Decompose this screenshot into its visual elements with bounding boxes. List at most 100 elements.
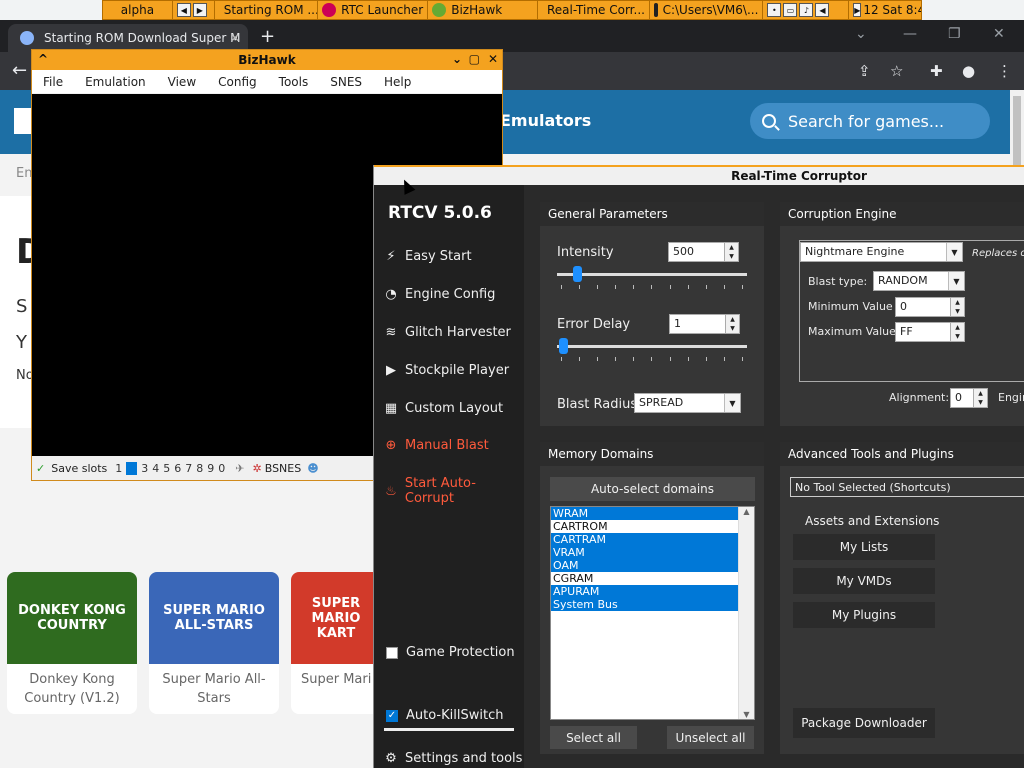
network-icon[interactable]: ▭: [783, 3, 798, 17]
minimize-icon[interactable]: ⌄: [452, 52, 462, 66]
game-card[interactable]: SUPER MARIO ALL-STARS Super Mario All-St…: [149, 572, 279, 714]
list-item[interactable]: WRAM: [551, 507, 739, 520]
close-icon[interactable]: ✕: [488, 52, 498, 66]
blast-radius-select[interactable]: SPREAD ▼: [634, 393, 741, 413]
sidebar-item-easy-start[interactable]: ⚡ Easy Start: [384, 249, 471, 264]
settings-button[interactable]: ⚙ Settings and tools: [384, 751, 522, 766]
taskbar-item-alpha[interactable]: alpha: [103, 1, 173, 19]
game-card[interactable]: SUPER MARIO KART Super Mari: [291, 572, 381, 714]
spin-down-icon[interactable]: ▼: [978, 399, 983, 406]
menu-help[interactable]: Help: [373, 75, 422, 89]
auto-killswitch-checkbox[interactable]: ✓ Auto-KillSwitch: [386, 708, 503, 723]
menu-config[interactable]: Config: [207, 75, 268, 89]
manual-blast-button[interactable]: ⊕ Manual Blast: [384, 438, 489, 453]
save-slot[interactable]: 8: [196, 462, 203, 475]
save-slot[interactable]: 1: [115, 462, 122, 475]
package-downloader-button[interactable]: Package Downloader: [793, 708, 935, 738]
intensity-slider[interactable]: [557, 273, 747, 276]
select-all-button[interactable]: Select all: [550, 726, 637, 749]
my-lists-button[interactable]: My Lists: [793, 534, 935, 560]
list-item[interactable]: VRAM: [551, 546, 739, 559]
clock[interactable]: ▶12 Sat 8:46: [849, 1, 921, 19]
intensity-input[interactable]: 500 ▲ ▼: [668, 242, 739, 262]
taskbar-item-7zip[interactable]: C:\Users\VM6\...: [650, 1, 764, 19]
taskbar-item-rtc[interactable]: Real-Time Corr...: [538, 1, 650, 19]
save-slot[interactable]: 3: [141, 462, 148, 475]
start-auto-corrupt-button[interactable]: ♨ Start Auto-Corrupt: [384, 476, 524, 506]
spin-down-icon[interactable]: ▼: [955, 333, 960, 340]
sidebar-item-stockpile-player[interactable]: ▶ Stockpile Player: [384, 363, 509, 378]
restore-icon[interactable]: ❐: [948, 26, 961, 42]
list-item[interactable]: CARTRAM: [551, 533, 739, 546]
chevron-up-icon[interactable]: ^: [38, 52, 48, 66]
taskbar-item-bizhawk[interactable]: BizHawk: [428, 1, 538, 19]
spinner[interactable]: ▲ ▼: [950, 298, 964, 316]
save-slot[interactable]: 4: [152, 462, 159, 475]
spin-down-icon[interactable]: ▼: [730, 325, 735, 332]
save-slot[interactable]: 0: [218, 462, 225, 475]
spin-up-icon[interactable]: ▲: [978, 390, 983, 397]
volume-icon[interactable]: ♪: [799, 3, 814, 17]
unselect-all-button[interactable]: Unselect all: [667, 726, 754, 749]
tab-search-icon[interactable]: ⌄: [855, 26, 867, 42]
taskbar-item-chrome[interactable]: Starting ROM ...: [215, 1, 319, 19]
memory-domain-list[interactable]: WRAM CARTROM CARTRAM VRAM OAM CGRAM APUR…: [550, 506, 755, 720]
list-scrollbar[interactable]: ▲ ▼: [738, 507, 754, 719]
save-slot[interactable]: 7: [185, 462, 192, 475]
spin-up-icon[interactable]: ▲: [730, 316, 735, 323]
minimize-icon[interactable]: —: [903, 26, 917, 42]
arrow-left-icon[interactable]: ◀: [815, 3, 830, 17]
my-plugins-button[interactable]: My Plugins: [793, 602, 935, 628]
list-item[interactable]: System Bus: [551, 598, 739, 611]
menu-file[interactable]: File: [32, 75, 74, 89]
list-item[interactable]: OAM: [551, 559, 739, 572]
game-card[interactable]: DONKEY KONG COUNTRY Donkey Kong Country …: [7, 572, 137, 714]
chevron-down-icon[interactable]: ▼: [724, 394, 740, 412]
breadcrumb[interactable]: En: [16, 166, 32, 181]
star-icon[interactable]: ☆: [890, 62, 903, 80]
sidebar-item-engine-config[interactable]: ◔ Engine Config: [384, 287, 495, 302]
error-delay-input[interactable]: 1 ▲ ▼: [669, 314, 740, 334]
sidebar-item-glitch-harvester[interactable]: ≋ Glitch Harvester: [384, 325, 511, 340]
error-delay-slider[interactable]: [557, 345, 747, 348]
browser-tab[interactable]: Starting ROM Download Super M ✕: [8, 24, 248, 52]
menu-icon[interactable]: ⋮: [997, 62, 1012, 80]
bizhawk-titlebar[interactable]: ^ BizHawk ⌄ ▢ ✕: [32, 50, 502, 70]
search-input[interactable]: Search for games...: [750, 103, 990, 139]
scroll-up-icon[interactable]: ▲: [739, 507, 754, 516]
share-icon[interactable]: ⇪: [858, 62, 871, 80]
save-slot[interactable]: 9: [207, 462, 214, 475]
intensity-slider-thumb[interactable]: [573, 266, 582, 282]
tool-select[interactable]: No Tool Selected (Shortcuts): [790, 477, 1024, 497]
alignment-input[interactable]: 0 ▲ ▼: [950, 388, 988, 408]
checkbox-checked[interactable]: ✓: [386, 709, 398, 722]
tray-icon[interactable]: •: [767, 3, 782, 17]
rtc-titlebar[interactable]: Real-Time Corruptor: [374, 165, 1024, 185]
site-logo[interactable]: [14, 108, 32, 134]
nav-emulators[interactable]: Emulators: [500, 111, 591, 130]
back-button[interactable]: ←: [12, 60, 27, 81]
spinner[interactable]: ▲ ▼: [724, 243, 738, 261]
arrow-right-icon[interactable]: ▶: [192, 3, 207, 17]
auto-select-domains-button[interactable]: Auto-select domains: [550, 477, 755, 501]
maximum-value-input[interactable]: FF ▲ ▼: [895, 322, 965, 342]
maximize-icon[interactable]: ▢: [469, 52, 480, 66]
spin-down-icon[interactable]: ▼: [955, 308, 960, 315]
error-delay-slider-thumb[interactable]: [559, 338, 568, 354]
scrollbar-thumb[interactable]: [1013, 96, 1021, 166]
close-icon[interactable]: ✕: [993, 26, 1005, 42]
sidebar-item-custom-layout[interactable]: ▦ Custom Layout: [384, 401, 503, 416]
blast-type-select[interactable]: RANDOM ▼: [873, 271, 965, 291]
menu-view[interactable]: View: [157, 75, 207, 89]
taskbar-item-rtc-launcher[interactable]: RTC Launcher: [318, 1, 429, 19]
arrow-left-icon[interactable]: ◀: [176, 3, 191, 17]
minimum-value-input[interactable]: 0 ▲ ▼: [895, 297, 965, 317]
close-icon[interactable]: ✕: [230, 31, 240, 45]
chevron-down-icon[interactable]: ▼: [948, 272, 964, 290]
extensions-icon[interactable]: ✚: [930, 62, 943, 80]
save-slot[interactable]: 6: [174, 462, 181, 475]
list-item[interactable]: CGRAM: [551, 572, 739, 585]
menu-tools[interactable]: Tools: [268, 75, 320, 89]
profile-icon[interactable]: ●: [962, 62, 975, 80]
taskbar-nav[interactable]: ◀ ▶: [173, 1, 215, 19]
